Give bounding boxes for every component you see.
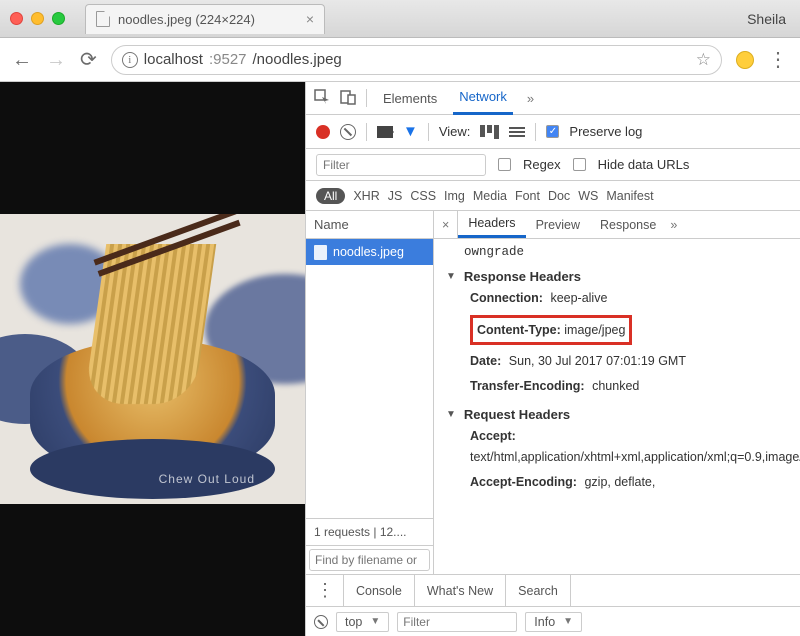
site-info-icon[interactable]: i bbox=[122, 52, 138, 68]
drawer-tab-console[interactable]: Console bbox=[343, 575, 415, 606]
drawer-tab-whatsnew[interactable]: What's New bbox=[414, 575, 506, 606]
device-toggle-icon[interactable] bbox=[340, 89, 356, 108]
screenshot-icon[interactable] bbox=[377, 126, 393, 138]
console-toolbar: top▼ Info▼ ⚙ bbox=[306, 606, 800, 636]
fragment-text: owngrade bbox=[446, 245, 800, 259]
devtools-panel: Elements Network » ▲2 ⋮ × ▼ View: ✓ Pres… bbox=[305, 82, 800, 636]
resource-type-filters: All XHR JS CSS Img Media Font Doc WS Man… bbox=[306, 181, 800, 211]
record-button[interactable] bbox=[316, 125, 330, 139]
traffic-lights bbox=[10, 12, 65, 25]
filter-toggle-icon[interactable]: ▼ bbox=[403, 123, 418, 140]
tab-elements[interactable]: Elements bbox=[377, 82, 443, 115]
find-bar bbox=[306, 545, 433, 574]
close-tab-icon[interactable]: × bbox=[306, 11, 314, 27]
header-connection: Connection: keep-alive bbox=[446, 288, 800, 309]
detail-tabbar: × Headers Preview Response » bbox=[434, 211, 800, 239]
image-viewer: Chew Out Loud bbox=[0, 82, 305, 636]
header-accept-encoding: Accept-Encoding: gzip, deflate, bbox=[446, 472, 800, 493]
clear-button[interactable] bbox=[340, 124, 356, 140]
devtools-tabbar: Elements Network » ▲2 ⋮ × bbox=[306, 82, 800, 115]
bookmark-star-icon[interactable]: ☆ bbox=[696, 50, 711, 70]
more-tabs-icon[interactable]: » bbox=[523, 91, 538, 106]
url-path: /noodles.jpeg bbox=[253, 51, 342, 68]
browser-menu-button[interactable]: ⋮ bbox=[768, 56, 788, 64]
type-js[interactable]: JS bbox=[388, 189, 403, 203]
view-list-icon[interactable] bbox=[509, 127, 525, 137]
image-watermark: Chew Out Loud bbox=[159, 472, 255, 486]
view-large-icon[interactable] bbox=[480, 125, 499, 139]
noodles-image: Chew Out Loud bbox=[0, 214, 305, 504]
disclosure-triangle-icon[interactable]: ▼ bbox=[446, 271, 456, 282]
context-selector[interactable]: top▼ bbox=[336, 612, 389, 632]
header-transfer-encoding: Transfer-Encoding: chunked bbox=[446, 376, 800, 397]
network-main: Name noodles.jpeg 1 requests | 12.... × … bbox=[306, 211, 800, 574]
type-font[interactable]: Font bbox=[515, 189, 540, 203]
hide-data-urls-label: Hide data URLs bbox=[598, 157, 690, 172]
headers-pane[interactable]: owngrade ▼ Response Headers view source … bbox=[434, 239, 800, 574]
file-icon bbox=[314, 245, 327, 260]
preserve-log-label: Preserve log bbox=[569, 124, 642, 139]
type-doc[interactable]: Doc bbox=[548, 189, 570, 203]
tab-title: noodles.jpeg (224×224) bbox=[118, 12, 255, 27]
type-all[interactable]: All bbox=[316, 188, 345, 204]
filter-input[interactable] bbox=[316, 154, 486, 176]
more-detail-tabs-icon[interactable]: » bbox=[666, 218, 681, 232]
console-filter-input[interactable] bbox=[397, 612, 517, 632]
find-input[interactable] bbox=[309, 549, 430, 571]
address-bar[interactable]: i localhost :9527/noodles.jpeg ☆ bbox=[111, 45, 722, 75]
request-summary: 1 requests | 12.... bbox=[306, 518, 433, 545]
type-img[interactable]: Img bbox=[444, 189, 465, 203]
url-port: :9527 bbox=[209, 51, 247, 68]
hide-data-urls-checkbox[interactable]: ✓ bbox=[573, 158, 586, 171]
drawer-menu-button[interactable]: ⋮ bbox=[306, 588, 344, 593]
log-level-selector[interactable]: Info▼ bbox=[525, 612, 582, 632]
request-list: Name noodles.jpeg 1 requests | 12.... bbox=[306, 211, 434, 574]
inspect-icon[interactable] bbox=[314, 89, 330, 108]
browser-tab[interactable]: noodles.jpeg (224×224) × bbox=[85, 4, 325, 34]
response-headers-section[interactable]: ▼ Response Headers view source bbox=[446, 269, 800, 284]
disclosure-triangle-icon[interactable]: ▼ bbox=[446, 409, 456, 420]
name-column-header[interactable]: Name bbox=[306, 211, 433, 239]
type-ws[interactable]: WS bbox=[578, 189, 598, 203]
type-css[interactable]: CSS bbox=[410, 189, 436, 203]
close-detail-button[interactable]: × bbox=[434, 211, 458, 238]
regex-checkbox[interactable]: ✓ bbox=[498, 158, 511, 171]
extension-icon[interactable] bbox=[736, 51, 754, 69]
request-headers-section[interactable]: ▼ Request Headers view source bbox=[446, 407, 800, 422]
close-window-button[interactable] bbox=[10, 12, 23, 25]
request-row[interactable]: noodles.jpeg bbox=[306, 239, 433, 265]
url-host: localhost bbox=[144, 51, 203, 68]
network-toolbar: ▼ View: ✓ Preserve log bbox=[306, 115, 800, 149]
header-content-type: Content-Type: image/jpeg bbox=[446, 313, 800, 347]
preserve-log-checkbox[interactable]: ✓ bbox=[546, 125, 559, 138]
network-filter-row: ✓ Regex ✓ Hide data URLs bbox=[306, 149, 800, 181]
minimize-window-button[interactable] bbox=[31, 12, 44, 25]
console-clear-button[interactable] bbox=[314, 615, 328, 629]
header-accept: Accept: text/html,application/xhtml+xml,… bbox=[446, 426, 800, 468]
content-area: Chew Out Loud Elements Network » ▲2 ⋮ × … bbox=[0, 82, 800, 636]
document-icon bbox=[96, 11, 110, 27]
type-xhr[interactable]: XHR bbox=[353, 189, 379, 203]
detail-tab-preview[interactable]: Preview bbox=[526, 211, 590, 238]
type-media[interactable]: Media bbox=[473, 189, 507, 203]
profile-name[interactable]: Sheila bbox=[747, 11, 790, 27]
zoom-window-button[interactable] bbox=[52, 12, 65, 25]
detail-tab-headers[interactable]: Headers bbox=[458, 211, 525, 238]
browser-toolbar: ← → ⟳ i localhost :9527/noodles.jpeg ☆ ⋮ bbox=[0, 38, 800, 82]
header-date: Date: Sun, 30 Jul 2017 07:01:19 GMT bbox=[446, 351, 800, 372]
type-manifest[interactable]: Manifest bbox=[606, 189, 653, 203]
drawer-tab-search[interactable]: Search bbox=[505, 575, 571, 606]
regex-label: Regex bbox=[523, 157, 561, 172]
detail-tab-response[interactable]: Response bbox=[590, 211, 666, 238]
drawer-tabbar: ⋮ Console What's New Search × bbox=[306, 574, 800, 606]
window-titlebar: noodles.jpeg (224×224) × Sheila bbox=[0, 0, 800, 38]
request-filename: noodles.jpeg bbox=[333, 245, 404, 259]
request-detail: × Headers Preview Response » owngrade ▼ … bbox=[434, 211, 800, 574]
back-button[interactable]: ← bbox=[12, 50, 32, 70]
view-label: View: bbox=[439, 124, 471, 139]
forward-button: → bbox=[46, 50, 66, 70]
reload-button[interactable]: ⟳ bbox=[80, 50, 97, 70]
tab-network[interactable]: Network bbox=[453, 82, 513, 115]
